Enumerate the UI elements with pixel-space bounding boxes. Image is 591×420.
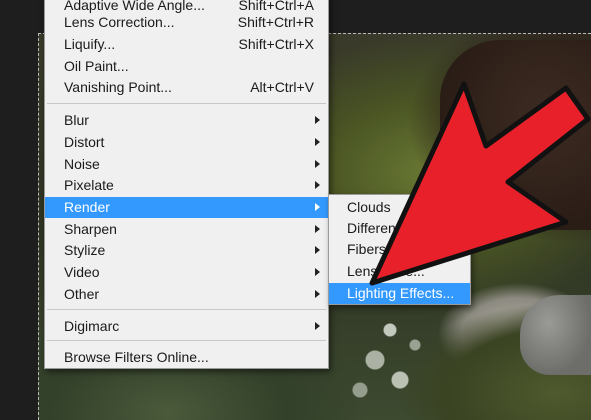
submenu-item-lens-flare[interactable]: Lens Flare...	[329, 261, 470, 282]
chevron-right-icon	[315, 225, 320, 233]
menu-item-shortcut: Shift+Ctrl+R	[237, 14, 314, 30]
menu-item-label: Render	[64, 199, 110, 215]
menu-item-stylize[interactable]: Stylize	[45, 240, 328, 261]
menu-item-oil-paint[interactable]: Oil Paint...	[45, 56, 328, 77]
menu-item-label: Lens Correction...	[64, 14, 175, 30]
menu-item-render[interactable]: Render	[45, 197, 328, 218]
menu-separator	[47, 309, 326, 310]
submenu-item-fibers[interactable]: Fibers...	[329, 239, 470, 260]
chevron-right-icon	[315, 246, 320, 254]
menu-item-label: Vanishing Point...	[64, 79, 172, 95]
menu-item-label: Oil Paint...	[64, 58, 129, 74]
submenu-item-label: Lighting Effects...	[347, 285, 455, 301]
menu-item-sharpen[interactable]: Sharpen	[45, 219, 328, 240]
submenu-item-label: Difference Clouds	[347, 220, 459, 236]
chevron-right-icon	[315, 181, 320, 189]
render-submenu: Clouds Difference Clouds Fibers... Lens …	[328, 194, 471, 305]
menu-item-label: Sharpen	[64, 221, 117, 237]
submenu-item-clouds[interactable]: Clouds	[329, 197, 470, 218]
chevron-right-icon	[315, 138, 320, 146]
menu-item-label: Stylize	[64, 242, 106, 258]
chevron-right-icon	[315, 116, 320, 124]
menu-item-shortcut: Alt+Ctrl+V	[250, 79, 314, 95]
menu-item-browse-filters-online[interactable]: Browse Filters Online...	[45, 347, 328, 368]
chevron-right-icon	[315, 203, 320, 211]
menu-item-label: Pixelate	[64, 177, 114, 193]
menu-item-shortcut: Shift+Ctrl+X	[238, 36, 314, 52]
submenu-item-difference-clouds[interactable]: Difference Clouds	[329, 218, 470, 239]
menu-item-vanishing-point[interactable]: Vanishing Point... Alt+Ctrl+V	[45, 77, 328, 98]
menu-item-lens-correction[interactable]: Lens Correction... Shift+Ctrl+R	[45, 12, 328, 33]
chevron-right-icon	[315, 322, 320, 330]
menu-item-noise[interactable]: Noise	[45, 154, 328, 175]
chevron-right-icon	[315, 160, 320, 168]
menu-separator	[47, 340, 326, 341]
submenu-item-lighting-effects[interactable]: Lighting Effects...	[329, 283, 470, 304]
menu-item-other[interactable]: Other	[45, 284, 328, 305]
menu-item-label: Other	[64, 286, 100, 302]
submenu-item-label: Lens Flare...	[347, 263, 425, 279]
menu-item-label: Video	[64, 264, 100, 280]
menu-item-video[interactable]: Video	[45, 262, 328, 283]
filter-menu: Adaptive Wide Angle... Shift+Ctrl+A Lens…	[44, 0, 329, 369]
menu-item-distort[interactable]: Distort	[45, 132, 328, 153]
menu-separator	[47, 103, 326, 104]
menu-item-pixelate[interactable]: Pixelate	[45, 175, 328, 196]
menu-item-liquify[interactable]: Liquify... Shift+Ctrl+X	[45, 34, 328, 55]
menu-item-digimarc[interactable]: Digimarc	[45, 316, 328, 337]
menu-item-label: Distort	[64, 134, 105, 150]
menu-item-label: Blur	[64, 112, 89, 128]
submenu-item-label: Clouds	[347, 199, 391, 215]
submenu-item-label: Fibers...	[347, 241, 398, 257]
menu-item-label: Browse Filters Online...	[64, 349, 209, 365]
menu-item-label: Digimarc	[64, 318, 120, 334]
menu-item-label: Liquify...	[64, 36, 116, 52]
menu-item-label: Noise	[64, 156, 100, 172]
chevron-right-icon	[315, 290, 320, 298]
menu-item-blur[interactable]: Blur	[45, 110, 328, 131]
chevron-right-icon	[315, 268, 320, 276]
